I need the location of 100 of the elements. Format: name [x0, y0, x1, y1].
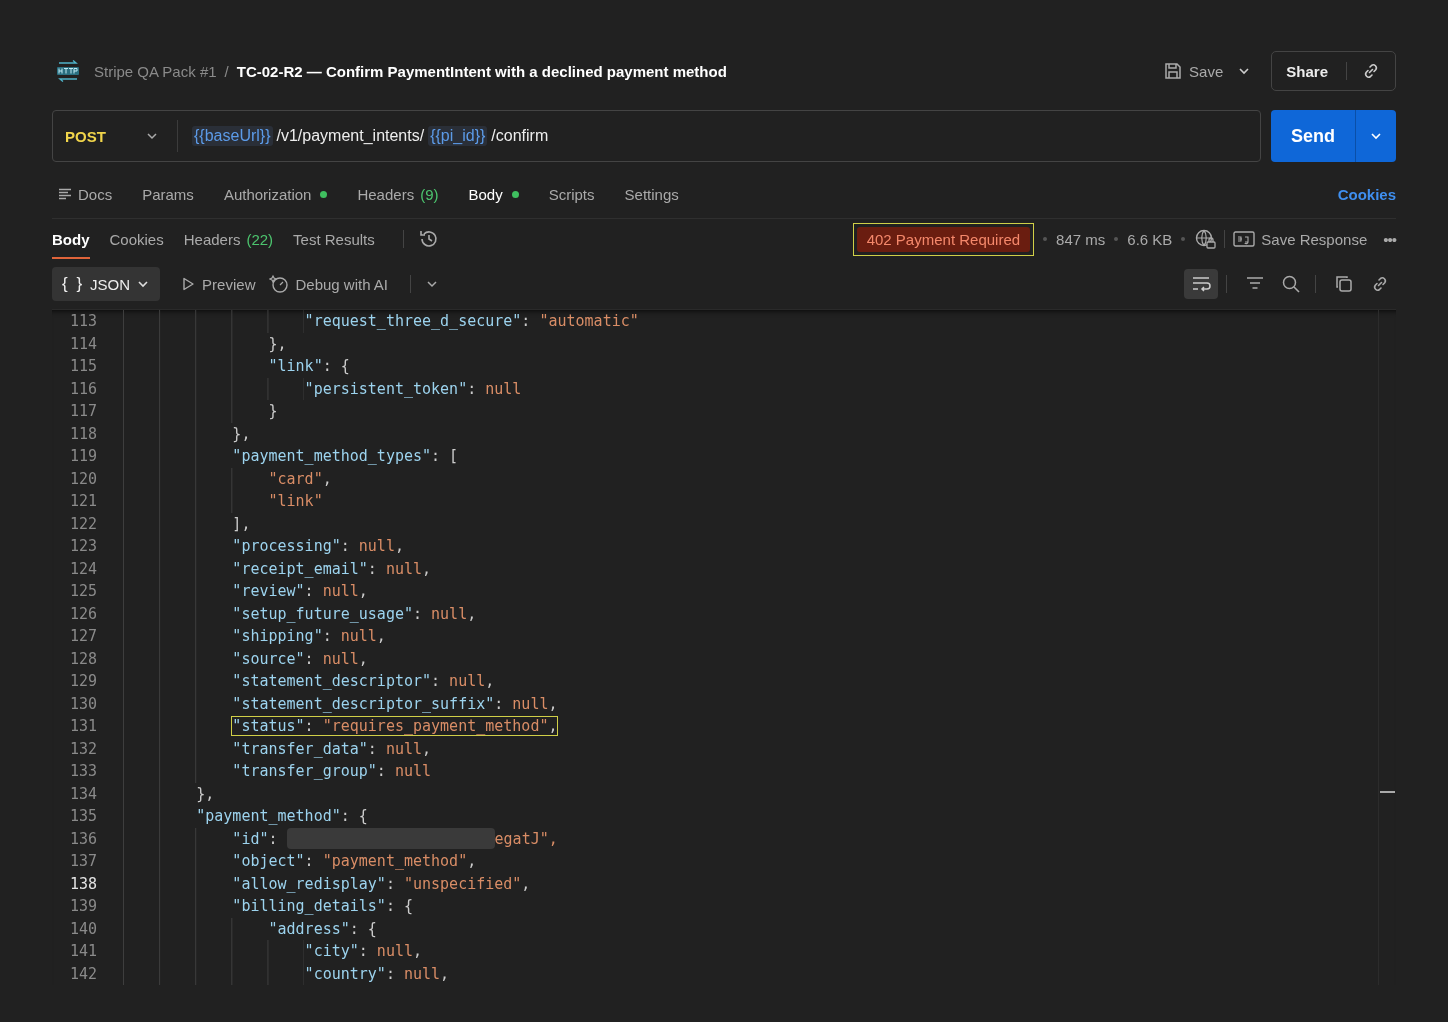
- code-line: "payment_method_types": [: [231, 446, 460, 467]
- line-number: 128: [68, 649, 97, 668]
- line-number: 142: [68, 964, 97, 983]
- response-tab[interactable]: Body: [52, 219, 90, 259]
- line-number: 120: [68, 469, 97, 488]
- line-number: 131: [68, 717, 97, 736]
- line-number: 130: [68, 694, 97, 713]
- line-number: 122: [68, 514, 97, 533]
- url-path: /confirm: [491, 127, 549, 145]
- breadcrumb-separator: /: [224, 62, 229, 80]
- cookies-link[interactable]: Cookies: [1337, 185, 1396, 203]
- request-tab[interactable]: Settings: [624, 185, 679, 203]
- request-tab[interactable]: Scripts: [548, 185, 595, 203]
- line-number: 115: [68, 357, 97, 376]
- line-number: 134: [68, 784, 97, 803]
- debug-ai-button[interactable]: Debug with AI: [269, 274, 389, 294]
- line-number: 124: [68, 559, 97, 578]
- code-line: },: [195, 783, 216, 804]
- line-number: 132: [68, 739, 97, 758]
- request-tab[interactable]: Docs: [58, 185, 113, 203]
- line-number: 137: [68, 852, 97, 871]
- line-number: 129: [68, 672, 97, 691]
- code-line: "allow_redisplay": "unspecified",: [231, 873, 532, 894]
- line-number: 138: [68, 874, 97, 893]
- history-icon: [417, 228, 440, 250]
- line-number: 117: [68, 402, 97, 421]
- save-button[interactable]: Save: [1155, 55, 1232, 87]
- code-line: "processing": null,: [231, 536, 405, 557]
- line-number: 119: [68, 447, 97, 466]
- save-response-button[interactable]: Save Response: [1233, 230, 1368, 248]
- url-variable[interactable]: {{baseUrl}}: [192, 126, 273, 146]
- code-line: "country": null,: [303, 963, 451, 984]
- line-number: 125: [68, 582, 97, 601]
- copy-icon: [1334, 274, 1354, 294]
- code-line: }: [267, 401, 279, 422]
- response-time: 847 ms: [1056, 230, 1106, 248]
- wrap-lines-button[interactable]: [1184, 269, 1218, 299]
- code-line: "payment_method": {: [195, 806, 369, 827]
- code-line: "persistent_token": null: [303, 378, 523, 399]
- line-number: 123: [68, 537, 97, 556]
- scrollbar-marker: [1380, 791, 1395, 793]
- code-line: "statement_descriptor_suffix": null,: [231, 693, 559, 714]
- method-dropdown[interactable]: POST: [65, 127, 171, 145]
- request-tab[interactable]: Authorization: [223, 185, 328, 203]
- http-icon: [56, 60, 80, 82]
- code-line: "receipt_email": null,: [231, 558, 433, 579]
- braces-icon: { }: [62, 274, 85, 294]
- more-button[interactable]: •••: [1383, 230, 1396, 248]
- globe-lock-icon: [1194, 228, 1217, 250]
- response-tab[interactable]: Headers (22): [183, 219, 274, 259]
- code-line: "shipping": null,: [231, 626, 387, 647]
- response-tab[interactable]: Cookies: [109, 219, 164, 259]
- code-line: "link": [267, 491, 324, 512]
- code-line: "object": "payment_method",: [231, 851, 478, 872]
- line-number: 136: [68, 829, 97, 848]
- preview-button[interactable]: Preview: [180, 275, 256, 293]
- url-path: /v1/payment_intents/: [276, 127, 425, 145]
- line-number: 135: [68, 807, 97, 826]
- line-number: 118: [68, 424, 97, 443]
- line-number: 121: [68, 492, 97, 511]
- search-icon: [1281, 274, 1301, 294]
- line-number: 126: [68, 604, 97, 623]
- line-number: 133: [68, 762, 97, 781]
- code-line: "city": null,: [303, 941, 423, 962]
- status-badge: 402 Payment Required: [852, 222, 1035, 256]
- url-bar[interactable]: POST {{baseUrl}} /v1/payment_intents/ {{pi_id}} /confirm: [52, 110, 1261, 162]
- collection-link[interactable]: Stripe QA Pack #1: [94, 62, 217, 80]
- docs-icon: [58, 188, 72, 200]
- code-line: "review": null,: [231, 581, 369, 602]
- code-line: "transfer_group": null: [231, 761, 433, 782]
- code-line: },: [231, 423, 252, 444]
- wrap-icon: [1190, 274, 1212, 294]
- code-line: "billing_details": {: [231, 896, 414, 917]
- request-tab[interactable]: Body: [468, 185, 519, 203]
- line-number: 127: [68, 627, 97, 646]
- code-line: "setup_future_usage": null,: [231, 603, 478, 624]
- response-tab[interactable]: Test Results: [293, 219, 375, 259]
- line-number: 139: [68, 897, 97, 916]
- code-line: "address": {: [267, 918, 378, 939]
- code-line: "request_three_d_secure": "automatic": [303, 311, 640, 332]
- code-line: "source": null,: [231, 648, 369, 669]
- code-line: ],: [231, 513, 252, 534]
- code-line: "card",: [267, 468, 333, 489]
- code-line: "statement_descriptor": null,: [231, 671, 496, 692]
- code-line: },: [267, 333, 288, 354]
- line-number: 113: [68, 312, 97, 331]
- code-line: "link": {: [267, 356, 351, 377]
- response-size: 6.6 KB: [1127, 230, 1173, 248]
- save-icon: [1163, 61, 1184, 81]
- example-icon: [1233, 231, 1256, 247]
- sparkle-gauge-icon: [269, 274, 290, 294]
- code-line: "transfer_data": null,: [231, 738, 433, 759]
- format-dropdown[interactable]: { } JSON: [52, 267, 161, 301]
- request-tab[interactable]: Headers (9): [357, 185, 439, 203]
- url-variable[interactable]: {{pi_id}}: [428, 126, 488, 146]
- request-title: TC-02-R2 — Confirm PaymentIntent with a declined payment method: [236, 62, 727, 80]
- line-number: 116: [68, 379, 97, 398]
- line-number: 114: [68, 334, 97, 353]
- share-button[interactable]: Share: [1286, 62, 1328, 80]
- request-tab[interactable]: Params: [142, 185, 194, 203]
